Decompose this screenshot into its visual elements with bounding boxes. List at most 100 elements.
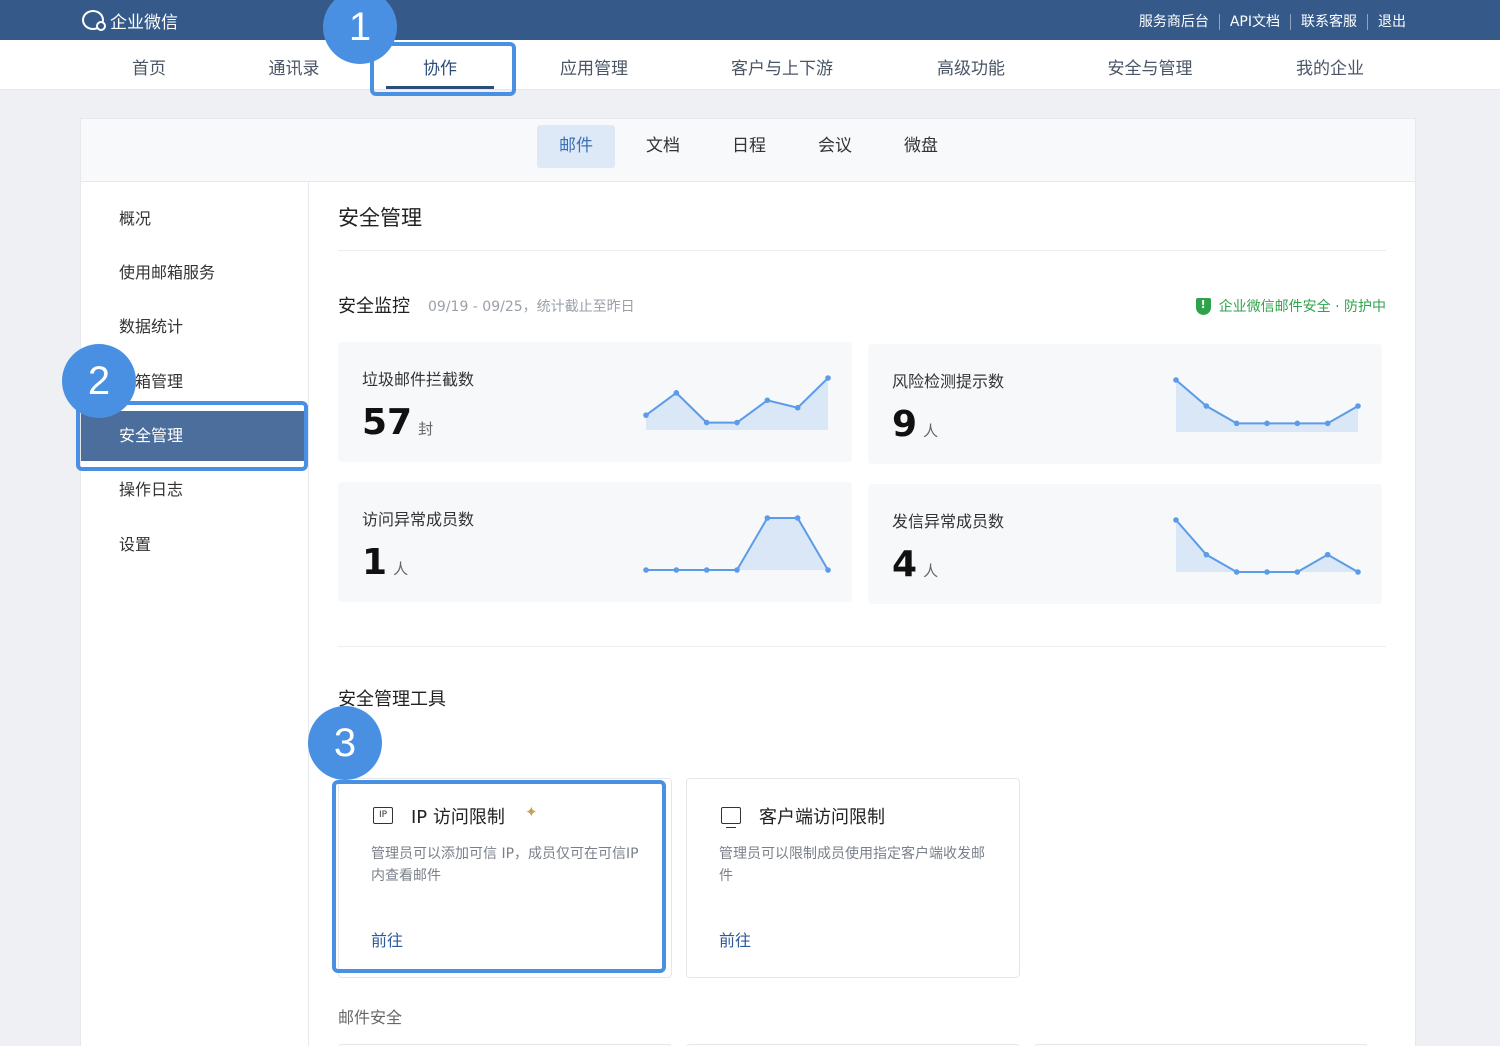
sparkline-area xyxy=(646,518,828,570)
sparkline-point xyxy=(643,412,649,418)
tool-desc: 管理员可以限制成员使用指定客户端收发邮件 xyxy=(719,846,985,884)
tool-name: IP 访问限制 xyxy=(411,807,505,828)
sub-tabs: 邮件 文档 日程 会议 微盘 xyxy=(81,119,1415,182)
link-contact-support[interactable]: 联系客服 xyxy=(1290,14,1367,30)
sidebar-item-use-mail[interactable]: 使用邮箱服务 xyxy=(81,248,309,298)
sparkline-point xyxy=(1264,420,1270,427)
sidebar: 概况 使用邮箱服务 数据统计 邮箱管理 安全管理 操作日志 设置 xyxy=(81,182,309,1046)
protection-status: 企业微信邮件安全 · 防护中 xyxy=(1195,296,1386,316)
stat-value: 9人 xyxy=(892,404,939,445)
risk-trend-sparkline xyxy=(1173,377,1361,432)
sparkline-point xyxy=(643,567,649,573)
sparkline-point xyxy=(794,404,801,411)
sparkline-point xyxy=(1264,569,1270,575)
nav-app-management[interactable]: 应用管理 xyxy=(560,54,628,79)
tab-docs[interactable]: 文档 xyxy=(627,125,699,168)
tools-section-mail-security: 邮件安全 xyxy=(338,1008,403,1027)
sparkline-point xyxy=(1173,377,1179,383)
spam-trend-sparkline xyxy=(643,375,831,430)
nav-advanced[interactable]: 高级功能 xyxy=(937,54,1005,79)
tool-desc: 管理员可以添加可信 IP，成员仅可在可信IP内查看邮件 xyxy=(371,846,639,884)
tab-meeting[interactable]: 会议 xyxy=(799,125,871,168)
stat-value: 4人 xyxy=(892,544,939,585)
stat-card-send-anomaly[interactable]: 发信异常成员数 4人 xyxy=(868,484,1382,604)
sparkline-point xyxy=(1203,403,1210,409)
nav-home[interactable]: 首页 xyxy=(132,54,166,79)
tab-mail[interactable]: 邮件 xyxy=(537,125,615,168)
sidebar-item-overview[interactable]: 概况 xyxy=(81,194,309,244)
tab-calendar[interactable]: 日程 xyxy=(713,125,785,168)
wecom-logo-icon xyxy=(82,10,106,31)
stat-label: 垃圾邮件拦截数 xyxy=(362,370,475,389)
stat-card-risk[interactable]: 风险检测提示数 9人 xyxy=(868,344,1382,464)
sparkline-point xyxy=(764,397,771,404)
sparkline-point xyxy=(673,567,680,573)
link-logout[interactable]: 退出 xyxy=(1367,14,1416,30)
nav-contacts[interactable]: 通讯录 xyxy=(269,54,320,79)
sparkline-point xyxy=(794,515,801,521)
main-nav: 首页 通讯录 协作 应用管理 客户与上下游 高级功能 安全与管理 我的企业 xyxy=(0,40,1500,90)
sparkline-point xyxy=(1203,551,1210,558)
goto-link[interactable]: 前往 xyxy=(371,927,403,951)
send-trend-sparkline xyxy=(1173,517,1361,575)
sidebar-item-operation-log[interactable]: 操作日志 xyxy=(81,465,309,515)
sparkline-point xyxy=(673,390,680,396)
top-links: 服务商后台 API文档 联系客服 退出 xyxy=(1129,14,1416,30)
sparkline-point xyxy=(734,419,740,426)
sparkline-point xyxy=(1233,569,1240,575)
sparkline-point xyxy=(703,419,710,426)
tool-name: 客户端访问限制 xyxy=(759,807,885,828)
sparkline-point xyxy=(1294,420,1301,427)
sparkline-point xyxy=(1173,517,1179,523)
tab-drive[interactable]: 微盘 xyxy=(885,125,957,168)
tool-card-ip-restriction[interactable]: IP IP 访问限制 ✦ 管理员可以添加可信 IP，成员仅可在可信IP内查看邮件… xyxy=(338,778,672,978)
divider xyxy=(338,646,1386,647)
step-badge-3: 3 xyxy=(308,706,382,780)
protection-status-text: 企业微信邮件安全 · 防护中 xyxy=(1218,299,1386,315)
ip-icon: IP xyxy=(373,807,393,824)
nav-collaboration[interactable]: 协作 xyxy=(423,54,457,79)
access-trend-sparkline xyxy=(643,515,831,573)
goto-link[interactable]: 前往 xyxy=(719,927,751,951)
shield-icon xyxy=(1195,297,1211,315)
sidebar-item-settings[interactable]: 设置 xyxy=(81,520,309,570)
monitor-range: 09/19 - 09/25，统计截止至昨日 xyxy=(428,299,635,315)
stat-card-spam[interactable]: 垃圾邮件拦截数 57 封 xyxy=(338,342,852,462)
sparkle-icon: ✦ xyxy=(525,803,538,821)
sparkline-point xyxy=(1233,420,1240,427)
nav-customers[interactable]: 客户与上下游 xyxy=(731,54,833,79)
stat-label: 发信异常成员数 xyxy=(892,512,1005,531)
sidebar-item-statistics[interactable]: 数据统计 xyxy=(81,302,309,352)
sparkline-point xyxy=(734,567,740,573)
logo-text: 企业微信 xyxy=(110,12,178,33)
nav-security[interactable]: 安全与管理 xyxy=(1108,54,1193,79)
stat-label: 访问异常成员数 xyxy=(362,510,475,529)
sparkline-point xyxy=(764,515,771,521)
monitor-title: 安全监控 xyxy=(338,296,410,317)
nav-my-company[interactable]: 我的企业 xyxy=(1296,54,1364,79)
step-badge-2: 2 xyxy=(62,344,136,418)
sparkline-point xyxy=(825,567,831,573)
sparkline-point xyxy=(825,375,831,381)
sidebar-item-security-management[interactable]: 安全管理 xyxy=(81,411,305,461)
sparkline-point xyxy=(1324,551,1331,558)
nav-active-underline xyxy=(386,86,494,89)
top-bar: 企业微信 服务商后台 API文档 联系客服 退出 xyxy=(0,0,1500,40)
stat-value: 57 封 xyxy=(362,402,434,443)
sparkline-point xyxy=(1324,420,1331,427)
sparkline-point xyxy=(1355,403,1361,409)
link-provider-console[interactable]: 服务商后台 xyxy=(1129,14,1219,30)
wecom-logo[interactable]: 企业微信 xyxy=(82,8,178,33)
monitor-icon xyxy=(721,807,741,828)
sparkline-point xyxy=(1355,569,1361,575)
stat-value: 1人 xyxy=(362,542,409,583)
mail-panel: 邮件 文档 日程 会议 微盘 概况 使用邮箱服务 数据统计 邮箱管理 安全管理 … xyxy=(80,118,1416,1046)
page-title: 安全管理 xyxy=(338,206,422,230)
tool-card-client-restriction[interactable]: 客户端访问限制 管理员可以限制成员使用指定客户端收发邮件 前往 xyxy=(686,778,1020,978)
sparkline-point xyxy=(703,567,710,573)
stat-card-access-anomaly[interactable]: 访问异常成员数 1人 xyxy=(338,482,852,602)
sparkline-point xyxy=(1294,569,1301,575)
divider xyxy=(338,250,1386,251)
sparkline-area xyxy=(1176,520,1358,572)
link-api-docs[interactable]: API文档 xyxy=(1218,14,1290,30)
